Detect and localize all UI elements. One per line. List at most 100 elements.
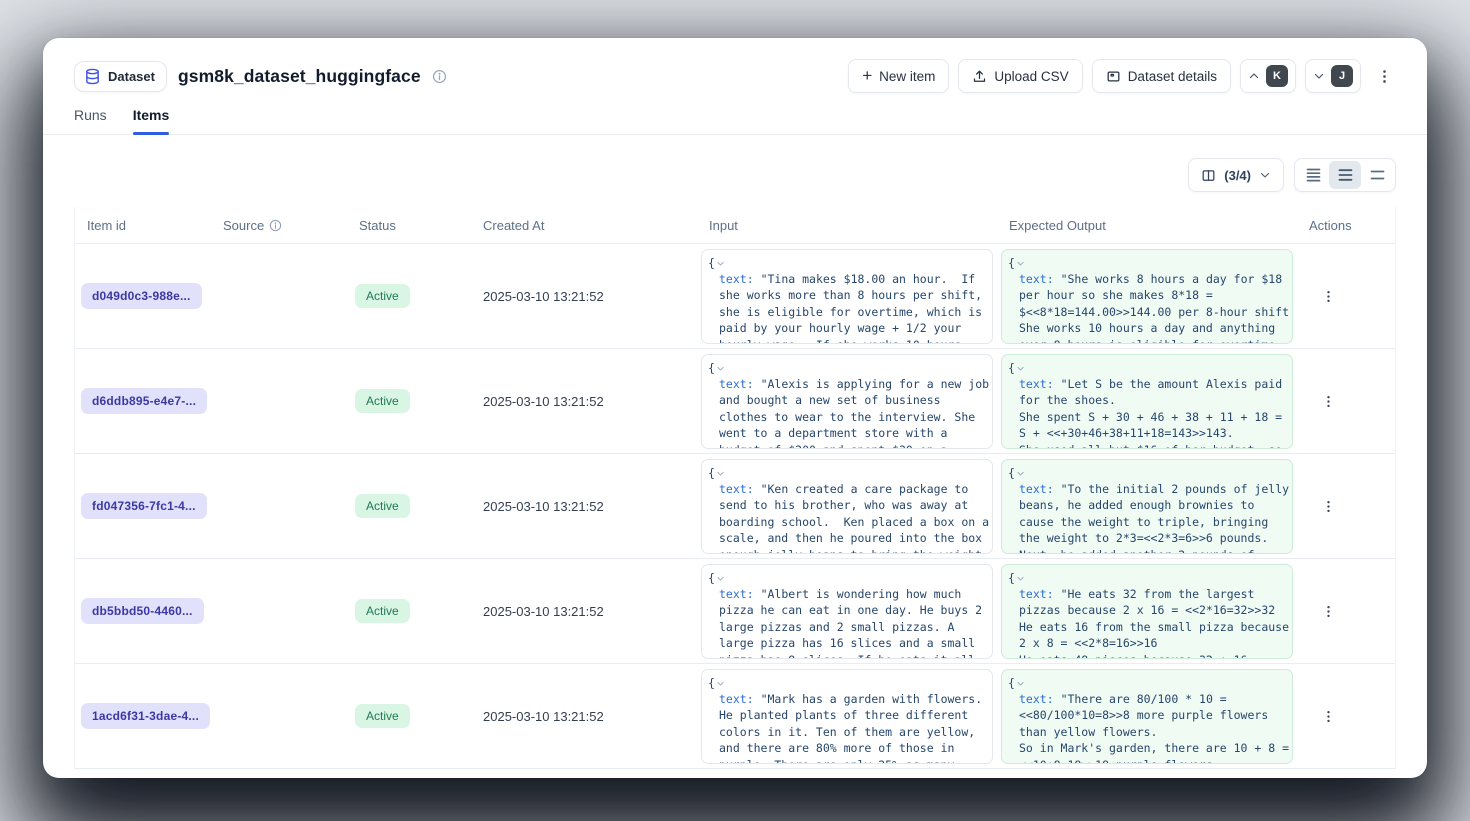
item-id-badge[interactable]: d049d0c3-988e... bbox=[81, 283, 202, 309]
column-header-item-id: Item id bbox=[75, 218, 211, 233]
table-body: d049d0c3-988e... Active 2025-03-10 13:21… bbox=[75, 244, 1395, 769]
row-kebab-menu-button[interactable] bbox=[1317, 390, 1340, 413]
json-value: "There are 80/100 * 10 = <<80/100*10=8>>… bbox=[1019, 692, 1293, 764]
chevron-up-icon bbox=[1248, 70, 1260, 82]
input-json-preview[interactable]: { text: "Alexis is applying for a new jo… bbox=[701, 354, 993, 449]
tab-items[interactable]: Items bbox=[133, 107, 170, 134]
open-brace: { bbox=[1008, 255, 1015, 271]
expected-output-cell: { text: "She works 8 hours a day for $18… bbox=[997, 244, 1297, 348]
row-height-large-button[interactable] bbox=[1361, 161, 1393, 189]
collapse-chevron-icon[interactable] bbox=[716, 574, 725, 583]
expected-output-json-preview[interactable]: { text: "There are 80/100 * 10 = <<80/10… bbox=[1001, 669, 1293, 764]
table-row: d6ddb895-e4e7-... Active 2025-03-10 13:2… bbox=[75, 349, 1395, 454]
expected-output-json-preview[interactable]: { text: "To the initial 2 pounds of jell… bbox=[1001, 459, 1293, 554]
item-id-badge[interactable]: 1acd6f31-3dae-4... bbox=[81, 703, 210, 729]
dataset-details-button[interactable]: Dataset details bbox=[1092, 59, 1231, 93]
kebab-icon bbox=[1321, 289, 1336, 304]
table-toolbar: (3/4) bbox=[43, 135, 1427, 207]
item-id-badge[interactable]: d6ddb895-e4e7-... bbox=[81, 388, 207, 414]
item-id-cell: d6ddb895-e4e7-... bbox=[75, 388, 211, 414]
created-at-cell: 2025-03-10 13:21:52 bbox=[471, 289, 697, 304]
json-key: text bbox=[1019, 587, 1047, 601]
density-small-icon bbox=[1306, 168, 1321, 182]
kebab-icon bbox=[1321, 499, 1336, 514]
dataset-details-icon bbox=[1106, 69, 1121, 84]
input-json-preview[interactable]: { text: "Albert is wondering how much pi… bbox=[701, 564, 993, 659]
row-kebab-menu-button[interactable] bbox=[1317, 705, 1340, 728]
input-json-preview[interactable]: { text: "Tina makes $18.00 an hour. If s… bbox=[701, 249, 993, 344]
actions-cell bbox=[1297, 285, 1397, 308]
column-header-source: Source bbox=[211, 218, 347, 233]
item-id-badge[interactable]: db5bbd50-4460... bbox=[81, 598, 204, 624]
created-at-cell: 2025-03-10 13:21:52 bbox=[471, 499, 697, 514]
expected-output-json-preview[interactable]: { text: "He eats 32 from the largest piz… bbox=[1001, 564, 1293, 659]
kebab-icon bbox=[1376, 68, 1393, 85]
upload-csv-button[interactable]: Upload CSV bbox=[958, 59, 1082, 93]
item-id-cell: d049d0c3-988e... bbox=[75, 283, 211, 309]
compare-down-button[interactable]: J bbox=[1305, 59, 1361, 93]
open-brace: { bbox=[1008, 675, 1015, 691]
upload-icon bbox=[972, 69, 987, 84]
item-id-badge[interactable]: fd047356-7fc1-4... bbox=[81, 493, 207, 519]
item-id-cell: 1acd6f31-3dae-4... bbox=[75, 703, 211, 729]
columns-count-label: (3/4) bbox=[1224, 168, 1251, 183]
collapse-chevron-icon[interactable] bbox=[1016, 364, 1025, 373]
status-badge: Active bbox=[355, 494, 410, 518]
status-cell: Active bbox=[347, 599, 471, 623]
columns-selector-button[interactable]: (3/4) bbox=[1188, 158, 1284, 192]
created-at-cell: 2025-03-10 13:21:52 bbox=[471, 709, 697, 724]
table-row: db5bbd50-4460... Active 2025-03-10 13:21… bbox=[75, 559, 1395, 664]
input-json-preview[interactable]: { text: "Ken created a care package to s… bbox=[701, 459, 993, 554]
avatar: J bbox=[1331, 65, 1353, 87]
status-cell: Active bbox=[347, 494, 471, 518]
status-cell: Active bbox=[347, 284, 471, 308]
open-brace: { bbox=[1008, 360, 1015, 376]
open-brace: { bbox=[1008, 465, 1015, 481]
expected-output-cell: { text: "He eats 32 from the largest piz… bbox=[997, 559, 1297, 663]
json-value: "To the initial 2 pounds of jelly beans,… bbox=[1019, 482, 1293, 554]
column-header-actions: Actions bbox=[1297, 218, 1397, 233]
status-badge: Active bbox=[355, 389, 410, 413]
database-icon bbox=[84, 68, 101, 85]
expected-output-json-preview[interactable]: { text: "She works 8 hours a day for $18… bbox=[1001, 249, 1293, 344]
collapse-chevron-icon[interactable] bbox=[716, 679, 725, 688]
collapse-chevron-icon[interactable] bbox=[716, 364, 725, 373]
plus-icon: + bbox=[862, 67, 872, 84]
page-title: gsm8k_dataset_huggingface bbox=[178, 66, 421, 87]
row-kebab-menu-button[interactable] bbox=[1317, 495, 1340, 518]
row-height-small-button[interactable] bbox=[1297, 161, 1329, 189]
source-info-icon[interactable] bbox=[269, 219, 282, 232]
title-info-icon[interactable] bbox=[432, 69, 447, 84]
json-value: "He eats 32 from the largest pizzas beca… bbox=[1019, 587, 1293, 659]
row-height-medium-button[interactable] bbox=[1329, 161, 1361, 189]
expected-output-json-preview[interactable]: { text: "Let S be the amount Alexis paid… bbox=[1001, 354, 1293, 449]
table-row: fd047356-7fc1-4... Active 2025-03-10 13:… bbox=[75, 454, 1395, 559]
expected-output-cell: { text: "To the initial 2 pounds of jell… bbox=[997, 454, 1297, 558]
collapse-chevron-icon[interactable] bbox=[1016, 574, 1025, 583]
json-key: text bbox=[719, 587, 747, 601]
input-json-preview[interactable]: { text: "Mark has a garden with flowers.… bbox=[701, 669, 993, 764]
tab-runs[interactable]: Runs bbox=[74, 107, 107, 134]
kebab-icon bbox=[1321, 604, 1336, 619]
open-brace: { bbox=[708, 255, 715, 271]
collapse-chevron-icon[interactable] bbox=[1016, 469, 1025, 478]
header-kebab-menu-button[interactable] bbox=[1370, 59, 1398, 93]
row-kebab-menu-button[interactable] bbox=[1317, 600, 1340, 623]
collapse-chevron-icon[interactable] bbox=[716, 469, 725, 478]
row-kebab-menu-button[interactable] bbox=[1317, 285, 1340, 308]
column-header-status: Status bbox=[347, 218, 471, 233]
collapse-chevron-icon[interactable] bbox=[1016, 259, 1025, 268]
collapse-chevron-icon[interactable] bbox=[1016, 679, 1025, 688]
columns-icon bbox=[1201, 168, 1216, 183]
json-key: text bbox=[1019, 482, 1047, 496]
collapse-chevron-icon[interactable] bbox=[716, 259, 725, 268]
status-badge: Active bbox=[355, 704, 410, 728]
new-item-button[interactable]: + New item bbox=[848, 59, 949, 93]
input-cell: { text: "Alexis is applying for a new jo… bbox=[697, 349, 997, 453]
compare-up-button[interactable]: K bbox=[1240, 59, 1296, 93]
json-key: text bbox=[719, 272, 747, 286]
status-cell: Active bbox=[347, 704, 471, 728]
input-cell: { text: "Tina makes $18.00 an hour. If s… bbox=[697, 244, 997, 348]
json-key: text bbox=[1019, 377, 1047, 391]
upload-csv-label: Upload CSV bbox=[994, 69, 1068, 84]
